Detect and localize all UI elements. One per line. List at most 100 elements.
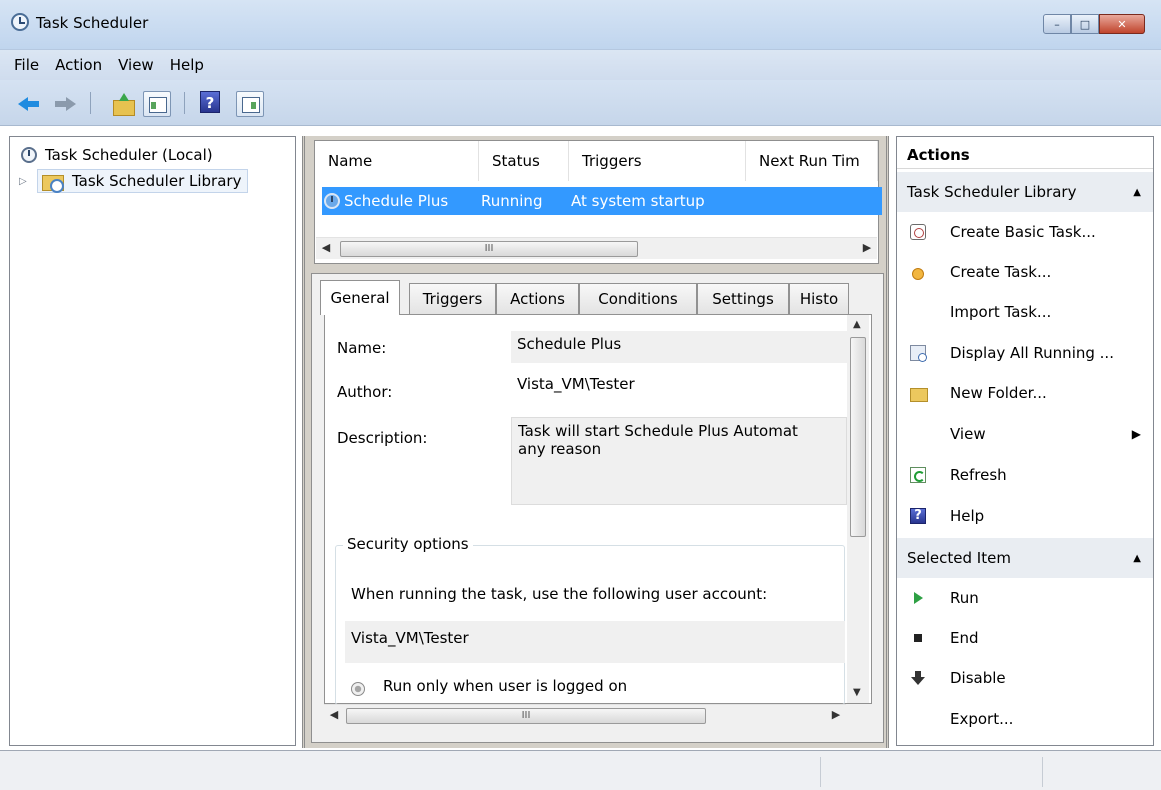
tab-history[interactable]: Histo	[789, 283, 849, 314]
up-folder-icon[interactable]	[110, 92, 136, 116]
column-header-triggers[interactable]: Triggers	[569, 141, 746, 181]
action-label: New Folder...	[950, 384, 1047, 402]
task-name-cell: Schedule Plus	[344, 192, 449, 210]
section-selected-item[interactable]: Selected Item ▲	[897, 538, 1153, 578]
tab-conditions[interactable]: Conditions	[579, 283, 697, 314]
section-task-scheduler-library[interactable]: Task Scheduler Library ▲	[897, 172, 1153, 212]
maximize-button[interactable]: □	[1071, 14, 1099, 34]
user-account-field[interactable]: Vista_VM\Tester	[345, 621, 845, 663]
window-controls: – □ ✕	[1043, 14, 1145, 34]
action-label: Create Basic Task...	[950, 223, 1096, 241]
collapse-arrow-icon[interactable]: ▲	[1133, 553, 1141, 564]
tree-item-root[interactable]: Task Scheduler (Local)	[21, 144, 213, 166]
blank-icon	[910, 304, 926, 320]
author-value: Vista_VM\Tester	[517, 375, 635, 393]
forward-arrow-icon[interactable]	[52, 92, 78, 116]
status-divider	[1042, 757, 1043, 787]
toolbar-separator	[184, 92, 185, 114]
window-title: Task Scheduler	[36, 14, 149, 32]
name-field[interactable]: Schedule Plus	[511, 331, 847, 363]
scroll-down-arrow-icon[interactable]: ▼	[853, 687, 861, 698]
description-field[interactable]: Task will start Schedule Plus Automat an…	[511, 417, 847, 505]
action-import-task[interactable]: Import Task...	[897, 292, 1153, 332]
menu-view[interactable]: View	[118, 56, 154, 74]
back-arrow-icon[interactable]	[16, 92, 42, 116]
task-trigger-cell: At system startup	[571, 192, 705, 210]
action-view[interactable]: View ▶	[897, 414, 1153, 454]
scroll-right-arrow-icon[interactable]: ▶	[861, 241, 873, 254]
name-label: Name:	[337, 339, 387, 357]
action-new-folder[interactable]: New Folder...	[897, 373, 1153, 413]
actions-header: Actions	[897, 141, 1153, 169]
console-tree: Task Scheduler (Local) ▷ Task Scheduler …	[9, 136, 296, 746]
tree-item-library[interactable]: ▷ Task Scheduler Library	[19, 169, 249, 193]
action-help[interactable]: ? Help	[897, 496, 1153, 536]
tree-root-label: Task Scheduler (Local)	[45, 146, 213, 164]
scroll-up-arrow-icon[interactable]: ▲	[853, 319, 861, 330]
blank-icon	[910, 711, 926, 727]
submenu-arrow-icon: ▶	[1131, 427, 1141, 441]
vscroll-thumb[interactable]	[850, 337, 866, 537]
tab-actions[interactable]: Actions	[496, 283, 579, 314]
clock-icon	[21, 147, 37, 163]
tree-item-library-selected[interactable]: Task Scheduler Library	[37, 169, 249, 193]
column-header-next-run[interactable]: Next Run Tim	[746, 141, 878, 181]
clock-icon	[11, 13, 29, 31]
action-label: Refresh	[950, 466, 1007, 484]
help-icon: ?	[910, 508, 926, 524]
toolbar: ?	[0, 80, 1161, 126]
expand-arrow-icon[interactable]: ▷	[19, 176, 29, 187]
action-create-task[interactable]: Create Task...	[897, 252, 1153, 292]
column-header-name[interactable]: Name	[315, 141, 479, 181]
title-bar[interactable]: Task Scheduler – □ ✕	[0, 0, 1161, 50]
tab-triggers[interactable]: Triggers	[409, 283, 496, 314]
author-label: Author:	[337, 383, 393, 401]
radio-run-logged-on-label[interactable]: Run only when user is logged on	[383, 677, 627, 695]
radio-run-logged-on[interactable]	[351, 682, 365, 696]
security-prompt: When running the task, use the following…	[351, 585, 768, 603]
action-label: Run	[950, 589, 979, 607]
column-header-status[interactable]: Status	[479, 141, 569, 181]
status-divider	[820, 757, 821, 787]
end-icon	[910, 630, 926, 646]
disable-icon	[910, 670, 926, 686]
tab-settings[interactable]: Settings	[697, 283, 789, 314]
scroll-left-arrow-icon[interactable]: ◀	[328, 708, 340, 721]
details-hscrollbar[interactable]: ◀ III ▶	[324, 704, 846, 726]
hscroll-thumb[interactable]: III	[340, 241, 638, 257]
close-button[interactable]: ✕	[1099, 14, 1145, 34]
minimize-button[interactable]: –	[1043, 14, 1071, 34]
task-clock-icon	[324, 193, 340, 209]
help-icon[interactable]: ?	[200, 91, 220, 113]
hscroll-thumb[interactable]: III	[346, 708, 706, 724]
description-label: Description:	[337, 429, 428, 447]
collapse-arrow-icon[interactable]: ▲	[1133, 187, 1141, 198]
display-running-icon	[910, 345, 927, 362]
action-disable[interactable]: Disable	[897, 658, 1153, 698]
action-label: Display All Running ...	[950, 344, 1114, 362]
scroll-right-arrow-icon[interactable]: ▶	[830, 708, 842, 721]
action-end[interactable]: End	[897, 618, 1153, 658]
action-create-basic-task[interactable]: Create Basic Task...	[897, 212, 1153, 252]
task-list-hscrollbar[interactable]: ◀ III ▶	[316, 237, 877, 259]
show-hide-action-pane-icon[interactable]	[236, 91, 264, 117]
action-run[interactable]: Run	[897, 578, 1153, 618]
menu-file[interactable]: File	[14, 56, 39, 74]
task-status-cell: Running	[481, 192, 543, 210]
table-row[interactable]: Schedule Plus Running At system startup	[322, 187, 882, 215]
show-hide-console-tree-icon[interactable]	[143, 91, 171, 117]
scroll-left-arrow-icon[interactable]: ◀	[320, 241, 332, 254]
details-vscrollbar[interactable]: ▲ ▼	[847, 315, 869, 703]
general-tab-content: Name: Schedule Plus Author: Vista_VM\Tes…	[324, 314, 872, 705]
action-display-all-running[interactable]: Display All Running ...	[897, 333, 1153, 373]
menu-help[interactable]: Help	[170, 56, 204, 74]
create-task-icon	[910, 264, 926, 280]
refresh-icon	[910, 467, 926, 483]
run-icon	[910, 590, 926, 606]
action-export[interactable]: Export...	[897, 699, 1153, 739]
blank-icon	[910, 426, 926, 442]
tab-general[interactable]: General	[320, 280, 400, 315]
menu-action[interactable]: Action	[55, 56, 102, 74]
action-refresh[interactable]: Refresh	[897, 455, 1153, 495]
create-basic-task-icon	[910, 224, 926, 240]
